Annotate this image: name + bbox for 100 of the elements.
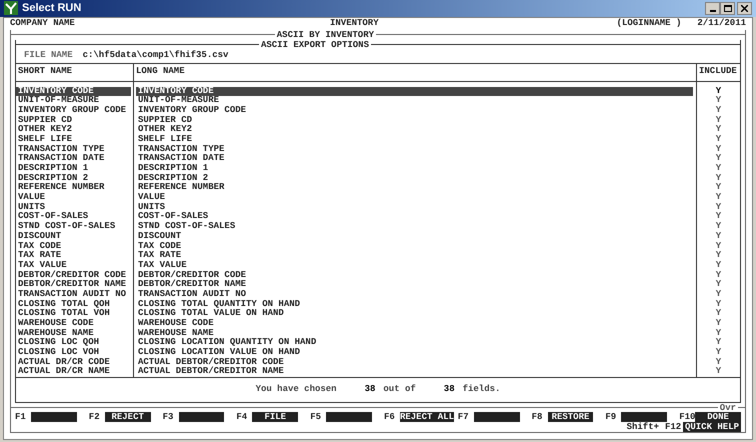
short-name-cell[interactable]: DISCOUNT <box>16 232 131 242</box>
close-button[interactable] <box>737 2 752 15</box>
short-name-cell[interactable]: UNIT-OF-MEASURE <box>16 96 131 106</box>
minimize-button[interactable] <box>705 2 720 15</box>
include-cell[interactable]: Y <box>697 260 740 271</box>
include-cell[interactable]: Y <box>697 309 740 319</box>
short-name-cell[interactable]: CLOSING TOTAL VOH <box>16 309 131 319</box>
long-name-cell[interactable]: DEBTOR/CREDITOR NAME <box>136 280 693 290</box>
short-name-cell[interactable]: TAX VALUE <box>16 260 131 271</box>
function-key-button[interactable]: QUICK HELP <box>683 422 741 432</box>
short-name-cell[interactable]: STND COST-OF-SALES <box>16 222 131 232</box>
long-name-cell[interactable]: UNIT-OF-MEASURE <box>136 96 693 106</box>
short-name-cell[interactable]: CLOSING TOTAL QOH <box>16 300 131 310</box>
long-name-cell[interactable]: CLOSING LOCATION VALUE ON HAND <box>136 348 693 358</box>
maximize-button[interactable] <box>720 2 735 15</box>
long-name-cell[interactable]: DESCRIPTION 1 <box>136 164 693 174</box>
short-name-cell[interactable]: ACTUAL DR/CR NAME <box>16 367 131 378</box>
short-name-cell[interactable]: TAX CODE <box>16 242 131 252</box>
long-name-cell[interactable]: CLOSING TOTAL VALUE ON HAND <box>136 309 693 319</box>
short-name-cell[interactable]: DESCRIPTION 1 <box>16 164 131 174</box>
long-name-cell[interactable]: DESCRIPTION 2 <box>136 174 693 184</box>
include-cell[interactable]: Y <box>697 86 740 96</box>
short-name-cell[interactable]: TRANSACTION AUDIT NO <box>16 290 131 300</box>
include-cell[interactable]: Y <box>697 280 740 290</box>
short-name-cell[interactable]: INVENTORY CODE <box>16 86 131 96</box>
long-name-cell[interactable]: WAREHOUSE NAME <box>136 328 693 338</box>
long-name-cell[interactable]: WAREHOUSE CODE <box>136 319 693 329</box>
include-cell[interactable]: Y <box>697 134 740 145</box>
short-name-cell[interactable]: DESCRIPTION 2 <box>16 174 131 184</box>
short-name-cell[interactable]: TRANSACTION DATE <box>16 154 131 164</box>
include-cell[interactable]: Y <box>697 338 740 348</box>
long-name-cell[interactable]: SUPPIER CD <box>136 116 693 126</box>
function-key-button[interactable]: RESTORE <box>548 412 594 422</box>
long-name-cell[interactable]: INVENTORY CODE <box>136 86 693 96</box>
long-name-cell[interactable]: CLOSING TOTAL QUANTITY ON HAND <box>136 300 693 310</box>
short-name-cell[interactable]: TRANSACTION TYPE <box>16 144 131 154</box>
long-name-cell[interactable]: TRANSACTION AUDIT NO <box>136 290 693 300</box>
function-key-button[interactable] <box>326 412 372 422</box>
include-cell[interactable]: Y <box>697 300 740 310</box>
long-name-cell[interactable]: OTHER KEY2 <box>136 125 693 135</box>
short-name-cell[interactable]: INVENTORY GROUP CODE <box>16 106 131 116</box>
include-cell[interactable]: Y <box>697 193 740 203</box>
long-name-cell[interactable]: TRANSACTION DATE <box>136 154 693 164</box>
short-name-cell[interactable]: WAREHOUSE CODE <box>16 319 131 329</box>
function-key-button[interactable] <box>474 412 520 422</box>
include-cell[interactable]: Y <box>697 202 740 212</box>
function-key-button[interactable]: DONE <box>695 412 741 422</box>
long-name-cell[interactable]: STND COST-OF-SALES <box>136 222 693 232</box>
short-name-cell[interactable]: CLOSING LOC QOH <box>16 338 131 348</box>
function-key-button[interactable]: FILE <box>252 412 298 422</box>
function-key-button[interactable]: REJECT <box>104 412 151 422</box>
include-cell[interactable]: Y <box>697 174 740 184</box>
short-name-cell[interactable]: REFERENCE NUMBER <box>16 183 131 194</box>
include-cell[interactable]: Y <box>697 154 740 164</box>
function-key-button[interactable] <box>621 412 668 422</box>
short-name-cell[interactable]: DEBTOR/CREDITOR CODE <box>16 270 131 280</box>
include-cell[interactable]: Y <box>697 106 740 116</box>
long-name-cell[interactable]: COST-OF-SALES <box>136 212 693 222</box>
include-cell[interactable]: Y <box>697 183 740 194</box>
long-name-cell[interactable]: TAX RATE <box>136 251 693 261</box>
long-name-cell[interactable]: TRANSACTION TYPE <box>136 144 693 154</box>
include-cell[interactable]: Y <box>697 251 740 261</box>
long-name-cell[interactable]: VALUE <box>136 193 693 203</box>
long-name-cell[interactable]: REFERENCE NUMBER <box>136 183 693 194</box>
function-key-button[interactable] <box>31 412 77 422</box>
short-name-cell[interactable]: WAREHOUSE NAME <box>16 328 131 338</box>
long-name-cell[interactable]: CLOSING LOCATION QUANTITY ON HAND <box>136 338 693 348</box>
short-name-cell[interactable]: CLOSING LOC VOH <box>16 348 131 358</box>
short-name-cell[interactable]: SHELF LIFE <box>16 134 131 145</box>
short-name-cell[interactable]: OTHER KEY2 <box>16 125 131 135</box>
include-cell[interactable]: Y <box>697 290 740 300</box>
include-cell[interactable]: Y <box>697 348 740 358</box>
long-name-cell[interactable]: TAX VALUE <box>136 260 693 271</box>
long-name-cell[interactable]: TAX CODE <box>136 242 693 252</box>
include-cell[interactable]: Y <box>697 270 740 280</box>
include-cell[interactable]: Y <box>697 164 740 174</box>
include-cell[interactable]: Y <box>697 232 740 242</box>
long-name-cell[interactable]: ACTUAL DEBTOR/CREDITOR NAME <box>136 367 693 378</box>
short-name-cell[interactable]: VALUE <box>16 193 131 203</box>
include-cell[interactable]: Y <box>697 328 740 338</box>
long-name-cell[interactable]: ACTUAL DEBTOR/CREDITOR CODE <box>136 358 693 368</box>
short-name-cell[interactable]: ACTUAL DR/CR CODE <box>16 358 131 368</box>
long-name-cell[interactable]: INVENTORY GROUP CODE <box>136 106 693 116</box>
long-name-cell[interactable]: UNITS <box>136 202 693 212</box>
long-name-cell[interactable]: SHELF LIFE <box>136 134 693 145</box>
include-cell[interactable]: Y <box>697 222 740 232</box>
short-name-cell[interactable]: SUPPIER CD <box>16 116 131 126</box>
function-key-button[interactable]: REJECT ALL <box>400 412 454 422</box>
include-cell[interactable]: Y <box>697 358 740 368</box>
include-cell[interactable]: Y <box>697 144 740 154</box>
short-name-cell[interactable]: COST-OF-SALES <box>16 212 131 222</box>
include-cell[interactable]: Y <box>697 367 740 378</box>
short-name-cell[interactable]: TAX RATE <box>16 251 131 261</box>
include-cell[interactable]: Y <box>697 125 740 135</box>
function-key-button[interactable] <box>178 412 224 422</box>
short-name-cell[interactable]: DEBTOR/CREDITOR NAME <box>16 280 131 290</box>
include-cell[interactable]: Y <box>697 242 740 252</box>
include-cell[interactable]: Y <box>697 96 740 106</box>
include-cell[interactable]: Y <box>697 319 740 329</box>
short-name-cell[interactable]: UNITS <box>16 202 131 212</box>
